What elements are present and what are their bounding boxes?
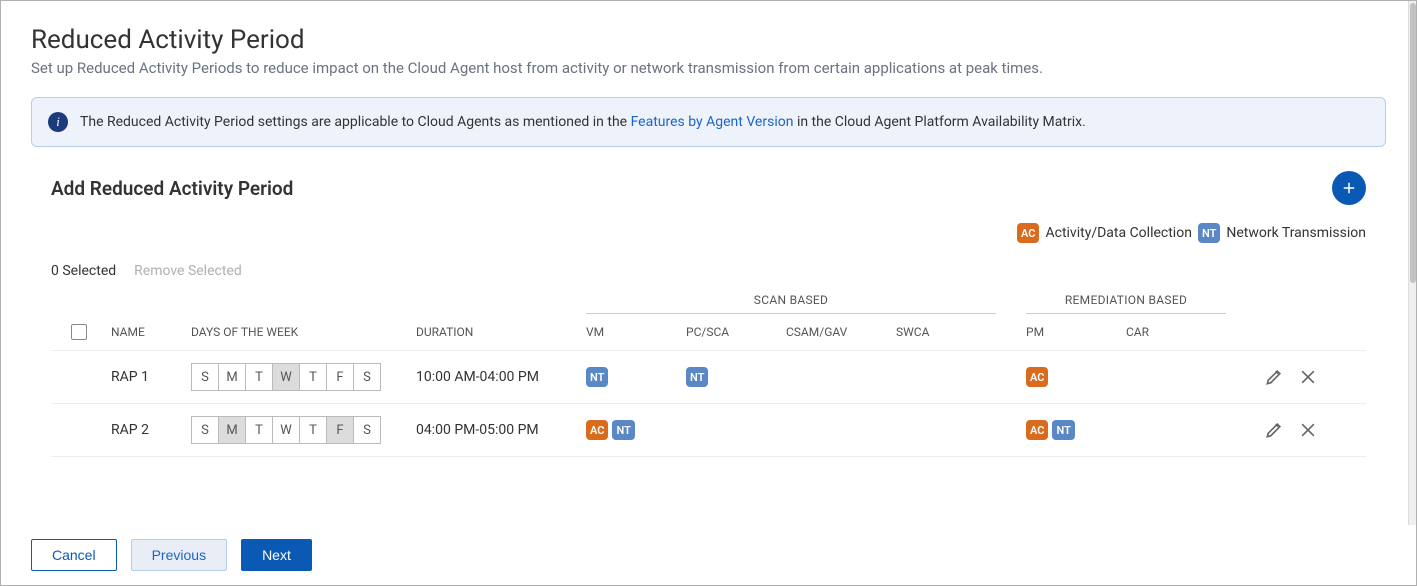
- badge-ac: AC: [586, 420, 608, 440]
- badge-nt: NT: [686, 367, 708, 387]
- select-all-checkbox[interactable]: [71, 324, 87, 340]
- info-banner-prefix: The Reduced Activity Period settings are…: [80, 114, 631, 130]
- col-header-pm: PM: [1026, 325, 1126, 339]
- days-of-week: SMTWTFS: [191, 363, 416, 391]
- col-header-name: NAME: [111, 325, 191, 339]
- rap-duration: 10:00 AM-04:00 PM: [416, 369, 586, 385]
- day-toggle[interactable]: M: [218, 416, 246, 444]
- next-button[interactable]: Next: [241, 539, 312, 571]
- day-toggle[interactable]: T: [245, 363, 273, 391]
- group-header-remediation: REMEDIATION BASED: [1026, 293, 1226, 314]
- scrollbar-track[interactable]: [1408, 1, 1416, 585]
- day-toggle[interactable]: S: [353, 416, 381, 444]
- features-by-agent-version-link[interactable]: Features by Agent Version: [631, 114, 794, 130]
- edit-icon[interactable]: [1264, 420, 1284, 440]
- day-toggle[interactable]: W: [272, 363, 300, 391]
- col-header-csam: CSAM/GAV: [786, 325, 896, 339]
- rap-duration: 04:00 PM-05:00 PM: [416, 422, 586, 438]
- info-banner: i The Reduced Activity Period settings a…: [31, 97, 1386, 147]
- col-header-swca: SWCA: [896, 325, 996, 339]
- day-toggle[interactable]: F: [326, 363, 354, 391]
- footer-bar: Cancel Previous Next: [1, 525, 1416, 585]
- add-rap-button[interactable]: [1332, 171, 1366, 205]
- col-header-pcsca: PC/SCA: [686, 325, 786, 339]
- col-header-days: DAYS OF THE WEEK: [191, 325, 416, 339]
- col-header-vm: VM: [586, 325, 686, 339]
- plus-icon: [1340, 179, 1358, 197]
- day-toggle[interactable]: T: [299, 416, 327, 444]
- badge-nt: NT: [612, 420, 634, 440]
- legend-nt-label: Network Transmission: [1226, 225, 1366, 241]
- col-header-duration: DURATION: [416, 325, 586, 339]
- group-header-scan: SCAN BASED: [586, 293, 996, 314]
- day-toggle[interactable]: T: [245, 416, 273, 444]
- scrollbar-thumb[interactable]: [1410, 3, 1416, 283]
- table-row: RAP 1SMTWTFS10:00 AM-04:00 PMNTNTAC: [51, 351, 1366, 404]
- delete-icon[interactable]: [1298, 367, 1318, 387]
- legend-ac-label: Activity/Data Collection: [1045, 225, 1191, 241]
- days-of-week: SMTWTFS: [191, 416, 416, 444]
- day-toggle[interactable]: S: [191, 363, 219, 391]
- day-toggle[interactable]: T: [299, 363, 327, 391]
- legend-nt-badge: NT: [1198, 223, 1220, 243]
- delete-icon[interactable]: [1298, 420, 1318, 440]
- remove-selected-button[interactable]: Remove Selected: [134, 263, 242, 279]
- day-toggle[interactable]: S: [191, 416, 219, 444]
- info-banner-text: The Reduced Activity Period settings are…: [80, 114, 1086, 130]
- legend-ac-badge: AC: [1017, 223, 1039, 243]
- page-title: Reduced Activity Period: [31, 25, 1386, 55]
- legend-row: AC Activity/Data Collection NT Network T…: [31, 223, 1386, 243]
- badge-nt: NT: [1052, 420, 1074, 440]
- info-banner-suffix: in the Cloud Agent Platform Availability…: [797, 114, 1086, 130]
- day-toggle[interactable]: S: [353, 363, 381, 391]
- content-scroll[interactable]: Reduced Activity Period Set up Reduced A…: [1, 1, 1416, 585]
- rap-name: RAP 1: [111, 369, 191, 385]
- rap-name: RAP 2: [111, 422, 191, 438]
- badge-ac: AC: [1026, 367, 1048, 387]
- info-icon: i: [48, 112, 68, 132]
- rap-table: SCAN BASED REMEDIATION BASED NAME DAYS O…: [51, 293, 1366, 457]
- badge-nt: NT: [586, 367, 608, 387]
- page-subtitle: Set up Reduced Activity Periods to reduc…: [31, 59, 1386, 77]
- day-toggle[interactable]: W: [272, 416, 300, 444]
- badge-ac: AC: [1026, 420, 1048, 440]
- section-heading: Add Reduced Activity Period: [51, 177, 293, 200]
- table-row: RAP 2SMTWTFS04:00 PM-05:00 PMACNTACNT: [51, 404, 1366, 457]
- selection-count: 0 Selected: [51, 263, 116, 279]
- col-header-car: CAR: [1126, 325, 1226, 339]
- cancel-button[interactable]: Cancel: [31, 539, 117, 571]
- edit-icon[interactable]: [1264, 367, 1284, 387]
- previous-button[interactable]: Previous: [131, 539, 227, 571]
- day-toggle[interactable]: M: [218, 363, 246, 391]
- day-toggle[interactable]: F: [326, 416, 354, 444]
